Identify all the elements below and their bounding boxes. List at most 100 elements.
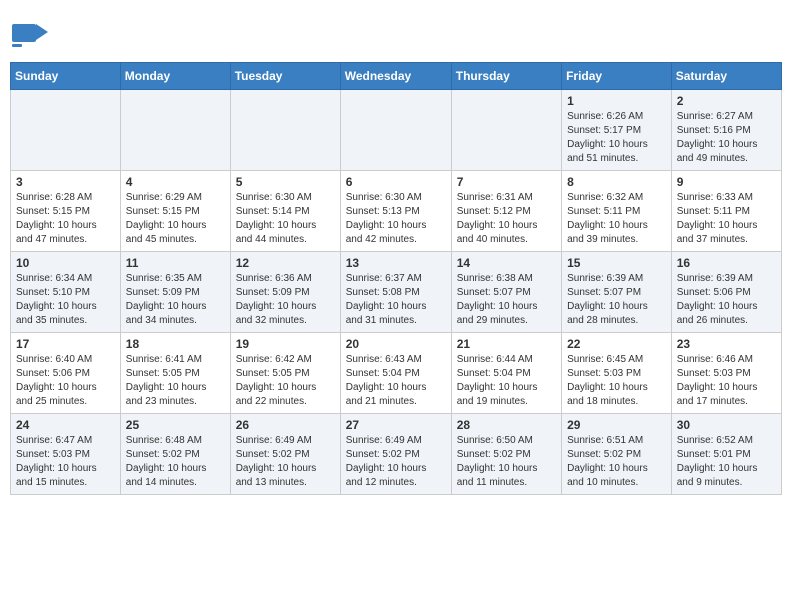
col-header-monday: Monday xyxy=(120,63,230,90)
day-info: Sunrise: 6:30 AMSunset: 5:13 PMDaylight:… xyxy=(346,191,446,247)
day-number: 23 xyxy=(677,337,776,351)
col-header-thursday: Thursday xyxy=(451,63,561,90)
page-header xyxy=(10,10,782,52)
calendar-week-5: 24 Sunrise: 6:47 AMSunset: 5:03 PMDayligh… xyxy=(11,414,782,495)
day-info: Sunrise: 6:49 AMSunset: 5:02 PMDaylight:… xyxy=(236,434,335,490)
calendar-cell: 2 Sunrise: 6:27 AMSunset: 5:16 PMDaylight… xyxy=(671,90,781,171)
calendar-week-4: 17Sunrise: 6:40 AMSunset: 5:06 PMDayligh… xyxy=(11,333,782,414)
calendar-cell: 23 Sunrise: 6:46 AMSunset: 5:03 PMDayligh… xyxy=(671,333,781,414)
calendar-cell xyxy=(230,90,340,171)
calendar-cell: 17Sunrise: 6:40 AMSunset: 5:06 PMDayligh… xyxy=(11,333,121,414)
day-info: Sunrise: 6:28 AMSunset: 5:15 PMDaylight:… xyxy=(16,191,115,247)
calendar-cell: 13 Sunrise: 6:37 AMSunset: 5:08 PMDayligh… xyxy=(340,252,451,333)
calendar-cell: 27 Sunrise: 6:49 AMSunset: 5:02 PMDayligh… xyxy=(340,414,451,495)
day-number: 7 xyxy=(457,175,556,189)
calendar-cell: 11Sunrise: 6:35 AMSunset: 5:09 PMDayligh… xyxy=(120,252,230,333)
day-number: 22 xyxy=(567,337,666,351)
calendar-cell: 26 Sunrise: 6:49 AMSunset: 5:02 PMDayligh… xyxy=(230,414,340,495)
day-number: 20 xyxy=(346,337,446,351)
day-info: Sunrise: 6:43 AMSunset: 5:04 PMDaylight:… xyxy=(346,353,446,409)
calendar-cell xyxy=(120,90,230,171)
day-info: Sunrise: 6:31 AMSunset: 5:12 PMDaylight:… xyxy=(457,191,556,247)
day-info: Sunrise: 6:26 AMSunset: 5:17 PMDaylight:… xyxy=(567,110,666,166)
day-info: Sunrise: 6:39 AMSunset: 5:07 PMDaylight:… xyxy=(567,272,666,328)
day-number: 15 xyxy=(567,256,666,270)
calendar-cell: 4 Sunrise: 6:29 AMSunset: 5:15 PMDaylight… xyxy=(120,171,230,252)
day-number: 11 xyxy=(126,256,225,270)
day-info: Sunrise: 6:46 AMSunset: 5:03 PMDaylight:… xyxy=(677,353,776,409)
calendar-cell: 25 Sunrise: 6:48 AMSunset: 5:02 PMDayligh… xyxy=(120,414,230,495)
day-info: Sunrise: 6:45 AMSunset: 5:03 PMDaylight:… xyxy=(567,353,666,409)
day-info: Sunrise: 6:51 AMSunset: 5:02 PMDaylight:… xyxy=(567,434,666,490)
calendar-cell: 24 Sunrise: 6:47 AMSunset: 5:03 PMDayligh… xyxy=(11,414,121,495)
day-number: 30 xyxy=(677,418,776,432)
col-header-friday: Friday xyxy=(562,63,672,90)
col-header-saturday: Saturday xyxy=(671,63,781,90)
day-info: Sunrise: 6:50 AMSunset: 5:02 PMDaylight:… xyxy=(457,434,556,490)
day-info: Sunrise: 6:42 AMSunset: 5:05 PMDaylight:… xyxy=(236,353,335,409)
day-number: 3 xyxy=(16,175,115,189)
day-number: 5 xyxy=(236,175,335,189)
day-number: 26 xyxy=(236,418,335,432)
logo xyxy=(10,16,48,52)
calendar-cell: 14 Sunrise: 6:38 AMSunset: 5:07 PMDayligh… xyxy=(451,252,561,333)
calendar-cell: 7 Sunrise: 6:31 AMSunset: 5:12 PMDaylight… xyxy=(451,171,561,252)
day-info: Sunrise: 6:38 AMSunset: 5:07 PMDaylight:… xyxy=(457,272,556,328)
day-info: Sunrise: 6:37 AMSunset: 5:08 PMDaylight:… xyxy=(346,272,446,328)
day-number: 21 xyxy=(457,337,556,351)
calendar-cell: 18 Sunrise: 6:41 AMSunset: 5:05 PMDayligh… xyxy=(120,333,230,414)
col-header-sunday: Sunday xyxy=(11,63,121,90)
calendar-cell: 12Sunrise: 6:36 AMSunset: 5:09 PMDayligh… xyxy=(230,252,340,333)
day-number: 9 xyxy=(677,175,776,189)
day-info: Sunrise: 6:49 AMSunset: 5:02 PMDaylight:… xyxy=(346,434,446,490)
day-number: 19 xyxy=(236,337,335,351)
calendar-cell: 8 Sunrise: 6:32 AMSunset: 5:11 PMDaylight… xyxy=(562,171,672,252)
calendar-cell: 5Sunrise: 6:30 AMSunset: 5:14 PMDaylight… xyxy=(230,171,340,252)
day-number: 27 xyxy=(346,418,446,432)
day-number: 25 xyxy=(126,418,225,432)
day-info: Sunrise: 6:27 AMSunset: 5:16 PMDaylight:… xyxy=(677,110,776,166)
calendar-cell: 9 Sunrise: 6:33 AMSunset: 5:11 PMDaylight… xyxy=(671,171,781,252)
day-info: Sunrise: 6:48 AMSunset: 5:02 PMDaylight:… xyxy=(126,434,225,490)
day-number: 10 xyxy=(16,256,115,270)
day-info: Sunrise: 6:29 AMSunset: 5:15 PMDaylight:… xyxy=(126,191,225,247)
calendar-cell: 6 Sunrise: 6:30 AMSunset: 5:13 PMDaylight… xyxy=(340,171,451,252)
calendar-cell: 22 Sunrise: 6:45 AMSunset: 5:03 PMDayligh… xyxy=(562,333,672,414)
calendar-header-row: SundayMondayTuesdayWednesdayThursdayFrid… xyxy=(11,63,782,90)
day-number: 29 xyxy=(567,418,666,432)
calendar-cell xyxy=(451,90,561,171)
day-info: Sunrise: 6:34 AMSunset: 5:10 PMDaylight:… xyxy=(16,272,115,328)
day-number: 4 xyxy=(126,175,225,189)
logo-icon xyxy=(10,16,46,52)
day-info: Sunrise: 6:32 AMSunset: 5:11 PMDaylight:… xyxy=(567,191,666,247)
calendar-cell: 28 Sunrise: 6:50 AMSunset: 5:02 PMDayligh… xyxy=(451,414,561,495)
calendar-week-3: 10 Sunrise: 6:34 AMSunset: 5:10 PMDayligh… xyxy=(11,252,782,333)
calendar-week-2: 3 Sunrise: 6:28 AMSunset: 5:15 PMDaylight… xyxy=(11,171,782,252)
day-number: 24 xyxy=(16,418,115,432)
day-number: 1 xyxy=(567,94,666,108)
day-number: 2 xyxy=(677,94,776,108)
day-number: 8 xyxy=(567,175,666,189)
calendar-cell xyxy=(11,90,121,171)
day-info: Sunrise: 6:47 AMSunset: 5:03 PMDaylight:… xyxy=(16,434,115,490)
calendar-cell: 19 Sunrise: 6:42 AMSunset: 5:05 PMDayligh… xyxy=(230,333,340,414)
day-info: Sunrise: 6:33 AMSunset: 5:11 PMDaylight:… xyxy=(677,191,776,247)
day-info: Sunrise: 6:41 AMSunset: 5:05 PMDaylight:… xyxy=(126,353,225,409)
day-number: 18 xyxy=(126,337,225,351)
calendar-cell: 20 Sunrise: 6:43 AMSunset: 5:04 PMDayligh… xyxy=(340,333,451,414)
calendar-cell: 1 Sunrise: 6:26 AMSunset: 5:17 PMDaylight… xyxy=(562,90,672,171)
day-info: Sunrise: 6:44 AMSunset: 5:04 PMDaylight:… xyxy=(457,353,556,409)
day-number: 13 xyxy=(346,256,446,270)
calendar-cell: 21 Sunrise: 6:44 AMSunset: 5:04 PMDayligh… xyxy=(451,333,561,414)
day-number: 14 xyxy=(457,256,556,270)
day-number: 6 xyxy=(346,175,446,189)
col-header-wednesday: Wednesday xyxy=(340,63,451,90)
day-number: 28 xyxy=(457,418,556,432)
calendar-cell xyxy=(340,90,451,171)
calendar-cell: 10 Sunrise: 6:34 AMSunset: 5:10 PMDayligh… xyxy=(11,252,121,333)
day-info: Sunrise: 6:39 AMSunset: 5:06 PMDaylight:… xyxy=(677,272,776,328)
calendar-cell: 29 Sunrise: 6:51 AMSunset: 5:02 PMDayligh… xyxy=(562,414,672,495)
day-number: 16 xyxy=(677,256,776,270)
calendar-cell: 15 Sunrise: 6:39 AMSunset: 5:07 PMDayligh… xyxy=(562,252,672,333)
calendar-table: SundayMondayTuesdayWednesdayThursdayFrid… xyxy=(10,62,782,495)
